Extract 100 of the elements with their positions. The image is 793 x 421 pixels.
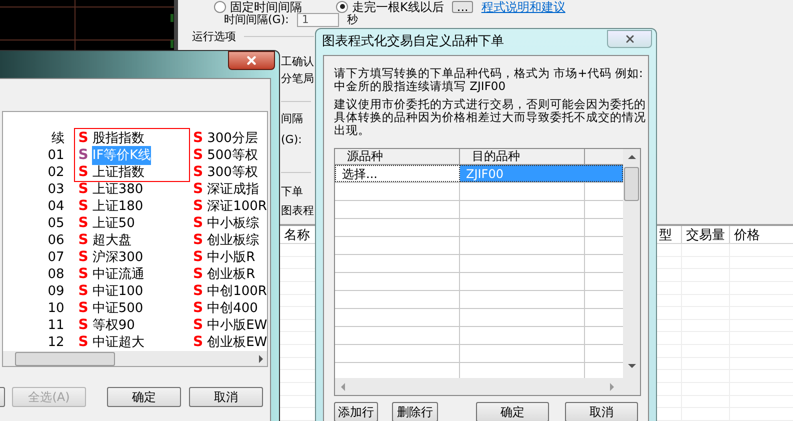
series-mark: S	[193, 265, 204, 284]
symbol-label: 中创100R	[207, 282, 267, 301]
series-mark: S	[78, 316, 88, 335]
help-link[interactable]: 程式说明和建议	[481, 0, 566, 16]
scroll-down-icon[interactable]	[628, 364, 636, 368]
option-label: 工确认	[281, 55, 314, 68]
group-title: 运行选项	[192, 30, 236, 43]
symbol-label: 等权90	[92, 316, 135, 335]
interval-label: 时间间隔(G):	[224, 14, 289, 26]
series-mark: S	[193, 214, 204, 233]
dialog-button[interactable]: 确定	[476, 402, 549, 421]
symbol-item[interactable]: S 股指指数	[78, 130, 189, 147]
symbol-item[interactable]: S 中证流通	[78, 266, 189, 283]
option-label: 图表程	[281, 204, 314, 217]
series-mark: S	[78, 197, 88, 216]
symbol-item[interactable]: S 300等权	[193, 164, 267, 181]
symbol-label: 超大盘	[92, 232, 132, 250]
symbol-item[interactable]: S 超大盘	[78, 232, 189, 249]
symbol-label: 中证500	[92, 300, 144, 318]
symbol-item[interactable]: S 创业板综	[193, 232, 267, 249]
series-mark: S	[193, 129, 204, 148]
column-header[interactable]: 目的品种	[460, 149, 585, 164]
symbol-label: 中证超大	[92, 334, 144, 352]
symbol-label: 500等权	[207, 146, 258, 165]
symbol-item[interactable]: S 中小版EW	[193, 317, 267, 334]
series-mark: S	[78, 231, 88, 250]
symbol-label: 上证380	[92, 180, 144, 199]
window-title: 图表程式化交易自定义品种下单	[322, 33, 504, 52]
unit-label: 秒	[346, 14, 358, 26]
symbol-item[interactable]: S 创业板R	[193, 266, 267, 283]
symbol-label: 中小板综	[207, 214, 260, 233]
series-mark: S	[193, 163, 204, 182]
series-mark: S	[193, 248, 204, 267]
interval-field[interactable]: 1	[296, 13, 339, 27]
series-mark: S	[193, 146, 204, 165]
horizontal-scrollbar[interactable]	[335, 378, 640, 395]
symbol-label: 300分层	[207, 130, 258, 148]
symbol-item[interactable]: S 中创100R	[193, 283, 267, 300]
dialog-button[interactable]: 取消	[189, 387, 263, 407]
column-header[interactable]: 交易量	[682, 226, 730, 243]
radio-button[interactable]	[214, 0, 226, 12]
series-mark: S	[193, 299, 204, 318]
browse-button[interactable]: ...	[452, 0, 474, 12]
symbol-item[interactable]: S 中小板综	[193, 215, 267, 232]
symbol-item[interactable]: S 沪深300	[78, 249, 189, 266]
series-mark: S	[78, 248, 88, 267]
scroll-left-icon[interactable]	[341, 382, 345, 390]
symbol-item[interactable]: S 深证100R	[193, 198, 267, 215]
option-label: 下单	[281, 185, 303, 198]
dialog-button[interactable]: 删除行	[392, 402, 438, 421]
column-header[interactable]: 源品种	[335, 149, 460, 164]
symbol-label: 中创400	[207, 300, 258, 318]
series-mark: S	[193, 231, 204, 250]
symbol-item[interactable]: S 中证100	[78, 283, 189, 300]
scroll-up-icon[interactable]	[628, 155, 636, 159]
symbol-label: 上证50	[92, 214, 135, 233]
symbol-item[interactable]: S 中证500	[78, 300, 189, 317]
scrollbar-thumb[interactable]	[624, 167, 639, 201]
symbol-item[interactable]: S 等权90	[78, 317, 189, 334]
dialog-button[interactable]: 添加行	[334, 402, 378, 421]
symbol-label: 深证成指	[207, 180, 260, 199]
symbol-item[interactable]: S 上证180	[78, 198, 189, 215]
close-icon	[245, 54, 258, 67]
option-label: 间隔	[281, 112, 303, 125]
symbol-label: 中小版R	[207, 248, 256, 267]
close-icon	[624, 33, 636, 45]
dialog-button[interactable]: 取消	[564, 402, 638, 421]
symbol-item[interactable]: S 上证380	[78, 181, 189, 198]
series-mark: S	[193, 282, 204, 301]
symbol-item[interactable]: S 深证成指	[193, 181, 267, 198]
radio-button[interactable]	[336, 0, 348, 12]
symbol-item[interactable]: S 上证指数	[78, 164, 189, 181]
symbol-item[interactable]: S 中小版R	[193, 249, 267, 266]
symbol-label: 创业板综	[207, 232, 260, 250]
symbol-item[interactable]: S 中创400	[193, 300, 267, 317]
symbol-item[interactable]: S 500等权	[193, 147, 267, 164]
symbol-item[interactable]: S IF等价K线	[78, 147, 189, 164]
symbol-label: 创业板EW	[207, 334, 268, 352]
instruction-text: 建议使用市价委托的方式进行交易，否则可能会因为委托的具体转换的品种因为价格相差过大而导致委托不成交的情况出现。	[334, 98, 647, 137]
scroll-right-icon[interactable]	[259, 354, 263, 362]
horizontal-scrollbar[interactable]	[3, 351, 267, 366]
close-button[interactable]	[228, 51, 275, 70]
dialog-button[interactable]: 确定	[107, 387, 181, 407]
symbol-label: 上证指数	[92, 164, 144, 182]
symbol-item[interactable]: S 300分层	[193, 130, 267, 147]
symbol-label: 中证流通	[92, 266, 144, 284]
series-mark: S	[193, 180, 204, 199]
series-mark: S	[193, 197, 204, 216]
series-mark: S	[78, 265, 88, 284]
radio-label: 固定时间间隔	[230, 0, 302, 14]
vertical-scrollbar[interactable]	[623, 149, 640, 378]
column-header[interactable]: 价格	[730, 226, 790, 243]
symbol-label: 中证100	[92, 282, 144, 301]
symbol-item[interactable]: S 中证超大	[78, 334, 189, 351]
symbol-label: 上证180	[92, 198, 144, 216]
symbol-item[interactable]: S 上证50	[78, 215, 189, 232]
symbol-item[interactable]: S 创业板EW	[193, 334, 267, 351]
series-mark: S	[193, 333, 204, 352]
close-button[interactable]	[607, 30, 652, 48]
symbol-label: IF等价K线	[92, 146, 152, 166]
